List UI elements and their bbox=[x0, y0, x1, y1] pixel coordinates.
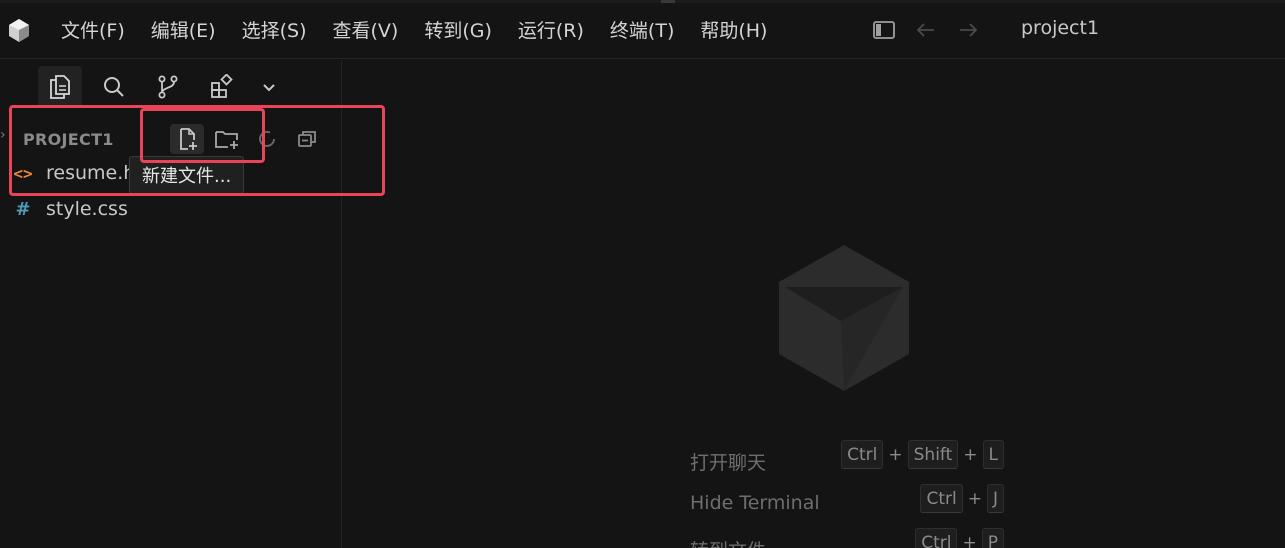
key-separator: + bbox=[888, 444, 903, 465]
menu-item-2[interactable]: 选择(S) bbox=[229, 10, 320, 49]
explorer-tab[interactable] bbox=[38, 66, 82, 108]
search-tab[interactable] bbox=[92, 66, 136, 108]
new-folder-icon bbox=[215, 131, 238, 149]
window-title: project1 bbox=[1021, 17, 1100, 39]
collapse-all-icon bbox=[298, 131, 316, 147]
menu-bar: 文件(F) 编辑(E) 选择(S) 查看(V) 转到(G) 运行(R) 终端(T) 帮助(H) bbox=[48, 0, 780, 59]
shortcut-keys: Ctrl + P bbox=[915, 528, 1004, 548]
key-separator: + bbox=[967, 488, 982, 509]
menu-item-6[interactable]: 终端(T) bbox=[597, 10, 687, 49]
key-separator: + bbox=[962, 532, 977, 548]
keycap: P bbox=[981, 528, 1004, 548]
cursor-watermark-icon bbox=[779, 245, 909, 391]
html-file-icon: <> bbox=[13, 163, 33, 183]
forward-arrow-icon[interactable] bbox=[954, 16, 982, 44]
menu-item-7[interactable]: 帮助(H) bbox=[687, 10, 780, 49]
file-name: resume.h bbox=[46, 162, 136, 184]
shortcut-row[interactable]: 打开聊天 Ctrl + Shift + L bbox=[690, 440, 1010, 484]
project-section-header[interactable]: › PROJECT1 bbox=[0, 124, 342, 154]
key-separator: + bbox=[963, 444, 978, 465]
shortcut-label: Hide Terminal bbox=[690, 492, 820, 514]
project-title: PROJECT1 bbox=[23, 130, 114, 149]
menu-item-0[interactable]: 文件(F) bbox=[48, 10, 138, 49]
file-item-style-css[interactable]: # style.css bbox=[0, 192, 342, 226]
activity-bar bbox=[38, 66, 284, 108]
keycap: Shift bbox=[907, 440, 959, 469]
source-control-tab[interactable] bbox=[146, 66, 190, 108]
shortcut-row[interactable]: 转到文件 Ctrl+P bbox=[690, 528, 1010, 548]
back-arrow-icon[interactable] bbox=[912, 16, 940, 44]
search-icon bbox=[104, 77, 124, 97]
more-views-dropdown[interactable] bbox=[254, 66, 284, 108]
new-file-button[interactable] bbox=[170, 124, 204, 154]
refresh-icon bbox=[259, 131, 275, 147]
menu-item-4[interactable]: 转到(G) bbox=[411, 10, 505, 49]
title-actions bbox=[870, 16, 982, 44]
keycap: J bbox=[986, 484, 1004, 513]
files-icon bbox=[50, 75, 70, 99]
chevron-right-icon: › bbox=[0, 127, 6, 143]
css-file-icon: # bbox=[15, 198, 31, 220]
menu-item-5[interactable]: 运行(R) bbox=[505, 10, 597, 49]
cursor-logo-icon bbox=[9, 19, 29, 42]
keycap: Ctrl bbox=[841, 440, 884, 469]
editor-empty-state: 打开聊天Ctrl+Shift+LHide TerminalCtrl+J转到文件C… bbox=[343, 60, 1285, 548]
menu-item-3[interactable]: 查看(V) bbox=[320, 10, 412, 49]
explorer-actions bbox=[170, 124, 324, 154]
title-bar: 文件(F) 编辑(E) 选择(S) 查看(V) 转到(G) 运行(R) 终端(T) 帮助(H)… bbox=[0, 0, 1285, 59]
collapse-all-button[interactable] bbox=[290, 124, 324, 154]
refresh-button[interactable] bbox=[250, 124, 284, 154]
shortcut-keys: Ctrl + Shift + L bbox=[841, 440, 1004, 469]
explorer-sidebar: › PROJECT1 <> resume.h # style.css bbox=[0, 60, 342, 548]
file-name: style.css bbox=[46, 198, 128, 220]
toggle-sidebar-icon[interactable] bbox=[870, 16, 898, 44]
keycap: Ctrl bbox=[915, 528, 958, 548]
new-file-icon bbox=[180, 128, 197, 150]
new-file-tooltip: 新建文件... bbox=[129, 156, 245, 194]
chevron-down-icon bbox=[263, 84, 275, 92]
new-folder-button[interactable] bbox=[210, 124, 244, 154]
ide-window: 文件(F) 编辑(E) 选择(S) 查看(V) 转到(G) 运行(R) 终端(T) 帮助(H)… bbox=[0, 0, 1285, 548]
extensions-tab[interactable] bbox=[200, 66, 244, 108]
keycap: Ctrl bbox=[920, 484, 963, 513]
menu-item-1[interactable]: 编辑(E) bbox=[138, 10, 229, 49]
extensions-icon bbox=[211, 74, 233, 98]
keycap: L bbox=[982, 440, 1004, 469]
shortcut-label: 打开聊天 bbox=[690, 452, 767, 474]
git-branch-icon bbox=[158, 75, 178, 99]
shortcut-keys: Ctrl + J bbox=[920, 484, 1004, 513]
shortcut-label: 转到文件 bbox=[690, 536, 766, 548]
shortcut-list: 打开聊天Ctrl+Shift+LHide TerminalCtrl+J转到文件C… bbox=[690, 440, 1010, 548]
shortcut-row[interactable]: Hide Terminal Ctrl + J bbox=[690, 484, 1010, 528]
